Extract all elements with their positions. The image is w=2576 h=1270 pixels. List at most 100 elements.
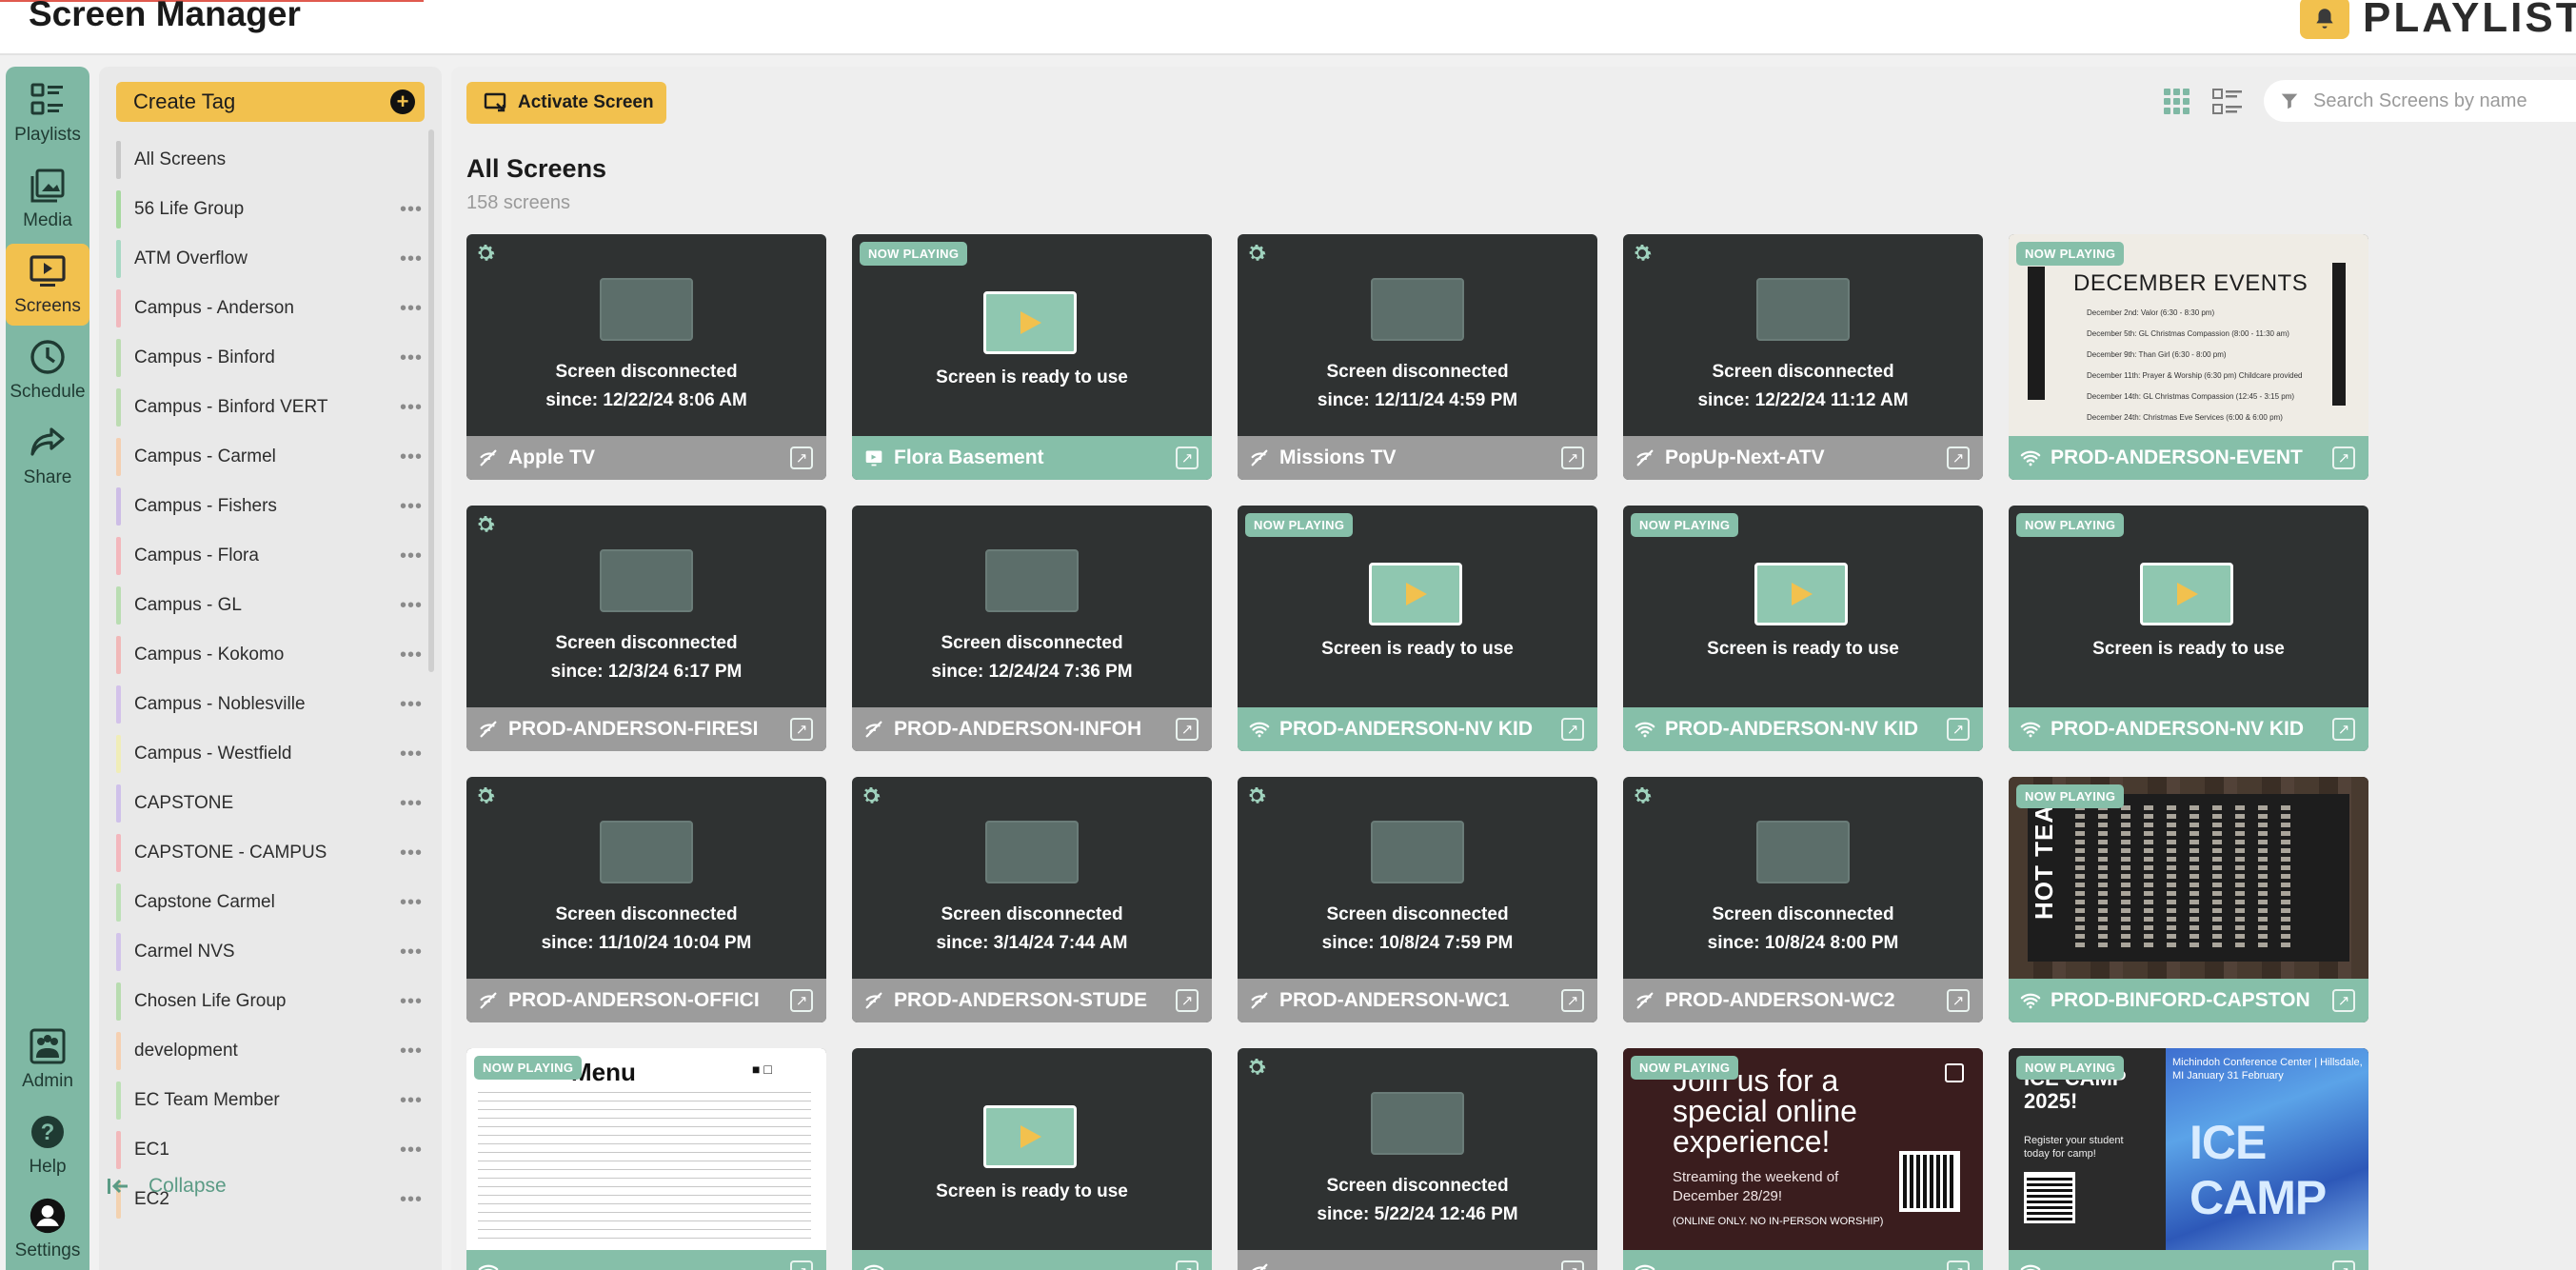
more-options-icon[interactable]: ••• xyxy=(400,942,423,963)
tag-item[interactable]: Campus - Noblesville ••• xyxy=(116,680,428,729)
screen-card[interactable]: Screen disconnected since: 12/22/24 11:12… xyxy=(1623,234,1983,480)
open-external-icon[interactable]: ↗ xyxy=(1176,718,1199,741)
screen-card[interactable]: Michindoh Conference Center | Hillsdale,… xyxy=(2009,1048,2368,1270)
open-external-icon[interactable]: ↗ xyxy=(2332,1260,2355,1270)
nav-media[interactable]: Media xyxy=(6,158,89,240)
nav-admin[interactable]: Admin xyxy=(6,1019,89,1101)
nav-settings[interactable]: Settings xyxy=(6,1188,89,1270)
more-options-icon[interactable]: ••• xyxy=(400,1041,423,1062)
screen-card[interactable]: NOW PLAYING Screen is ready to use Flora B… xyxy=(852,234,1212,480)
tag-item[interactable]: Campus - Binford ••• xyxy=(116,333,428,383)
more-options-icon[interactable]: ••• xyxy=(400,1140,423,1161)
screen-card[interactable]: Screen disconnected since: 12/24/24 7:36 … xyxy=(852,506,1212,751)
more-options-icon[interactable]: ••• xyxy=(400,694,423,716)
screen-card[interactable]: Screen is ready to use ↗ xyxy=(852,1048,1212,1270)
gear-icon[interactable] xyxy=(474,242,497,265)
more-options-icon[interactable]: ••• xyxy=(400,793,423,815)
open-external-icon[interactable]: ↗ xyxy=(1176,446,1199,469)
open-external-icon[interactable]: ↗ xyxy=(1561,446,1584,469)
open-external-icon[interactable]: ↗ xyxy=(1947,446,1970,469)
tag-item[interactable]: Campus - GL ••• xyxy=(116,581,428,630)
tag-item[interactable]: Campus - Flora ••• xyxy=(116,531,428,581)
tag-item[interactable]: development ••• xyxy=(116,1026,428,1076)
screen-card[interactable]: NOW PLAYING Screen is ready to use PROD-AN… xyxy=(1623,506,1983,751)
more-options-icon[interactable]: ••• xyxy=(400,248,423,270)
more-options-icon[interactable]: ••• xyxy=(400,546,423,567)
screen-card[interactable]: Screen disconnected since: 12/3/24 6:17 P… xyxy=(466,506,826,751)
gear-icon[interactable] xyxy=(1245,242,1268,265)
tag-item[interactable]: Campus - Kokomo ••• xyxy=(116,630,428,680)
create-tag-button[interactable]: Create Tag + xyxy=(116,82,425,122)
tag-item[interactable]: Chosen Life Group ••• xyxy=(116,977,428,1026)
tag-item[interactable]: EC1 ••• xyxy=(116,1125,428,1175)
tag-item[interactable]: Capstone Carmel ••• xyxy=(116,878,428,927)
screen-card[interactable]: Screen disconnected since: 12/11/24 4:59 … xyxy=(1238,234,1597,480)
gear-icon[interactable] xyxy=(474,784,497,807)
more-options-icon[interactable]: ••• xyxy=(400,843,423,864)
open-external-icon[interactable]: ↗ xyxy=(1176,989,1199,1012)
open-external-icon[interactable]: ↗ xyxy=(2332,446,2355,469)
more-options-icon[interactable]: ••• xyxy=(400,446,423,468)
nav-share[interactable]: Share xyxy=(6,415,89,497)
tag-item[interactable]: Campus - Westfield ••• xyxy=(116,729,428,779)
open-external-icon[interactable]: ↗ xyxy=(790,718,813,741)
filter-icon[interactable] xyxy=(2279,90,2300,111)
more-options-icon[interactable]: ••• xyxy=(400,595,423,617)
copy-icon[interactable] xyxy=(1945,1063,1964,1082)
more-options-icon[interactable]: ••• xyxy=(400,347,423,369)
open-external-icon[interactable]: ↗ xyxy=(1561,718,1584,741)
screen-card[interactable]: NOW PLAYING Screen is ready to use PROD-AN… xyxy=(1238,506,1597,751)
open-external-icon[interactable]: ↗ xyxy=(1561,1260,1584,1270)
more-options-icon[interactable]: ••• xyxy=(400,199,423,221)
screen-card[interactable]: Screen disconnected since: 11/10/24 10:04… xyxy=(466,777,826,1022)
nav-screens[interactable]: Screens xyxy=(6,244,89,326)
tag-item[interactable]: Campus - Fishers ••• xyxy=(116,482,428,531)
tag-item[interactable]: CAPSTONE - CAMPUS ••• xyxy=(116,828,428,878)
screen-card[interactable]: Screen disconnected since: 10/8/24 8:00 P… xyxy=(1623,777,1983,1022)
collapse-button[interactable]: Collapse xyxy=(107,1175,227,1198)
screen-card[interactable]: Menu■ □NOW PLAYING↗ xyxy=(466,1048,826,1270)
tag-item[interactable]: Campus - Anderson ••• xyxy=(116,284,428,333)
more-options-icon[interactable]: ••• xyxy=(400,1189,423,1211)
more-options-icon[interactable]: ••• xyxy=(400,892,423,914)
screen-card[interactable]: DECEMBER EVENTS December 2nd: Valor (6:30… xyxy=(2009,234,2368,480)
tag-item[interactable]: Carmel NVS ••• xyxy=(116,927,428,977)
screen-card[interactable]: NOW PLAYING Screen is ready to use PROD-AN… xyxy=(2009,506,2368,751)
gear-icon[interactable] xyxy=(1245,1056,1268,1079)
tag-item[interactable]: ATM Overflow ••• xyxy=(116,234,428,284)
tag-item[interactable]: 56 Life Group ••• xyxy=(116,185,428,234)
gear-icon[interactable] xyxy=(860,784,882,807)
screen-card[interactable]: Screen disconnected since: 10/8/24 7:59 P… xyxy=(1238,777,1597,1022)
screen-card[interactable]: Screen disconnected since: 3/14/24 7:44 A… xyxy=(852,777,1212,1022)
tag-item[interactable]: All Screens xyxy=(116,135,428,185)
tag-item[interactable]: Campus - Carmel ••• xyxy=(116,432,428,482)
more-options-icon[interactable]: ••• xyxy=(400,397,423,419)
gear-icon[interactable] xyxy=(1245,784,1268,807)
tag-item[interactable]: EC Team Member ••• xyxy=(116,1076,428,1125)
open-external-icon[interactable]: ↗ xyxy=(2332,989,2355,1012)
open-external-icon[interactable]: ↗ xyxy=(1561,989,1584,1012)
gear-icon[interactable] xyxy=(474,513,497,536)
gear-icon[interactable] xyxy=(1631,784,1654,807)
more-options-icon[interactable]: ••• xyxy=(400,298,423,320)
nav-schedule[interactable]: Schedule xyxy=(6,329,89,411)
list-view-toggle[interactable] xyxy=(2212,88,2243,116)
gear-icon[interactable] xyxy=(1631,242,1654,265)
more-options-icon[interactable]: ••• xyxy=(400,1090,423,1112)
more-options-icon[interactable]: ••• xyxy=(400,744,423,765)
open-external-icon[interactable]: ↗ xyxy=(2332,718,2355,741)
tag-list-scrollbar[interactable] xyxy=(428,129,434,672)
screen-card[interactable]: Screen disconnected since: 12/22/24 8:06 … xyxy=(466,234,826,480)
tag-item[interactable]: Campus - Binford VERT ••• xyxy=(116,383,428,432)
grid-view-toggle[interactable] xyxy=(2163,88,2191,116)
more-options-icon[interactable]: ••• xyxy=(400,496,423,518)
open-external-icon[interactable]: ↗ xyxy=(1947,989,1970,1012)
nav-help[interactable]: ? Help xyxy=(6,1104,89,1186)
screen-card[interactable]: Join us for a special online experience!… xyxy=(1623,1048,1983,1270)
open-external-icon[interactable]: ↗ xyxy=(1176,1260,1199,1270)
search-input[interactable] xyxy=(2313,89,2542,112)
open-external-icon[interactable]: ↗ xyxy=(790,989,813,1012)
open-external-icon[interactable]: ↗ xyxy=(1947,1260,1970,1270)
nav-playlists[interactable]: Playlists xyxy=(6,72,89,154)
screen-card[interactable]: Screen disconnected since: 5/22/24 12:46 … xyxy=(1238,1048,1597,1270)
